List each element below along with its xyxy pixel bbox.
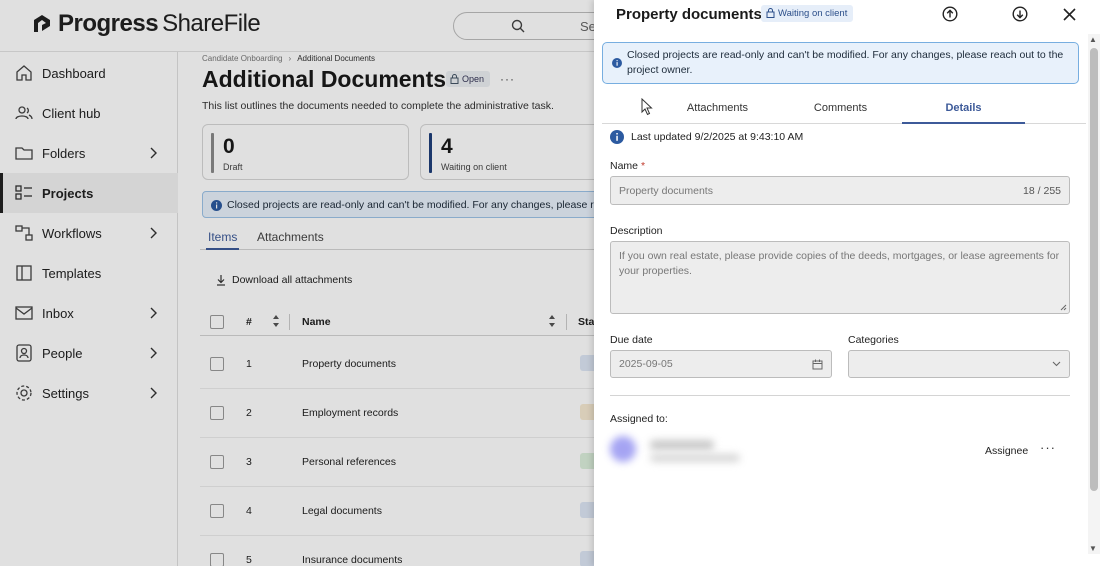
tab-comments[interactable]: Comments <box>779 102 902 114</box>
upload-icon <box>942 6 958 22</box>
lock-icon <box>766 8 775 18</box>
avatar <box>610 436 636 462</box>
name-label: Name * <box>610 160 645 172</box>
info-icon <box>612 58 622 68</box>
section-divider <box>610 395 1070 396</box>
name-char-count: 18 / 255 <box>1023 185 1061 197</box>
last-updated: Last updated 9/2/2025 at 9:43:10 AM <box>610 130 803 144</box>
name-label-text: Name <box>610 160 639 172</box>
tab-details[interactable]: Details <box>902 102 1025 124</box>
assignee-row: Assignee ··· <box>610 434 1070 468</box>
info-icon <box>610 130 624 144</box>
description-label: Description <box>610 225 663 237</box>
more-options-icon[interactable]: ··· <box>1040 440 1056 455</box>
due-date-label: Due date <box>610 334 653 346</box>
modal-backdrop[interactable] <box>0 0 594 566</box>
resize-handle-icon[interactable] <box>1060 304 1067 311</box>
categories-label: Categories <box>848 334 899 346</box>
calendar-icon[interactable] <box>812 359 823 370</box>
assignee-name-redacted <box>650 440 714 450</box>
drawer-banner-text: Closed projects are read-only and can't … <box>627 49 1064 76</box>
name-field-value: Property documents <box>619 185 713 197</box>
required-marker: * <box>640 160 646 172</box>
mouse-cursor-icon <box>641 98 653 116</box>
drawer-status-label: Waiting on client <box>778 8 848 19</box>
download-circle-icon <box>1012 6 1028 22</box>
drawer-title: Property documents <box>616 6 762 23</box>
name-field[interactable]: Property documents 18 / 255 <box>610 176 1070 205</box>
upload-button[interactable] <box>941 5 959 23</box>
categories-select[interactable] <box>848 350 1070 378</box>
scroll-down-icon[interactable]: ▼ <box>1089 544 1097 553</box>
item-details-drawer: Property documents Waiting on client Clo… <box>594 0 1100 566</box>
scrollbar-thumb[interactable] <box>1090 48 1098 491</box>
due-date-field[interactable]: 2025-09-05 <box>610 350 832 378</box>
chevron-down-icon <box>1052 361 1061 367</box>
tab-attachments[interactable]: Attachments <box>656 102 779 114</box>
drawer-tabs: Attachments Comments Details <box>602 96 1086 124</box>
description-field[interactable]: If you own real estate, please provide c… <box>610 241 1070 314</box>
drawer-read-only-banner: Closed projects are read-only and can't … <box>602 42 1079 84</box>
assigned-to-label: Assigned to: <box>610 413 668 425</box>
drawer-status-badge: Waiting on client <box>761 5 854 22</box>
close-icon <box>1062 7 1076 21</box>
scroll-up-icon[interactable]: ▲ <box>1089 35 1097 44</box>
assignee-email-redacted <box>650 454 740 462</box>
last-updated-text: Last updated 9/2/2025 at 9:43:10 AM <box>631 131 804 143</box>
due-date-value: 2025-09-05 <box>619 358 673 370</box>
assignee-role: Assignee <box>985 445 1029 457</box>
close-button[interactable] <box>1060 5 1078 23</box>
description-field-value: If you own real estate, please provide c… <box>619 250 1060 277</box>
download-button[interactable] <box>1011 5 1029 23</box>
